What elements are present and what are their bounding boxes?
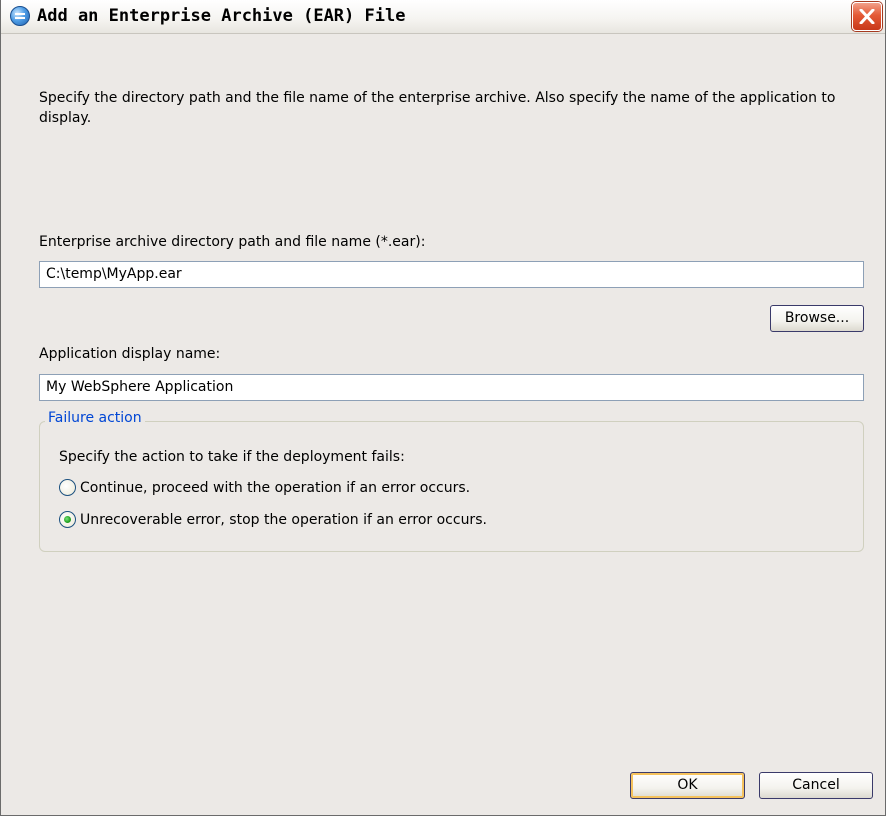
dialog-description: Specify the directory path and the file … bbox=[39, 90, 836, 126]
radio-button-unrecoverable[interactable] bbox=[59, 511, 76, 528]
radio-label-continue: Continue, proceed with the operation if … bbox=[80, 480, 471, 496]
display-name-input[interactable]: My WebSphere Application bbox=[39, 374, 864, 401]
window-title: Add an Enterprise Archive (EAR) File bbox=[37, 6, 406, 26]
dialog-window: Add an Enterprise Archive (EAR) File Spe… bbox=[0, 0, 886, 816]
title-bar[interactable]: Add an Enterprise Archive (EAR) File bbox=[1, 0, 885, 34]
close-button[interactable] bbox=[852, 2, 882, 31]
app-globe-icon bbox=[10, 6, 30, 26]
cancel-button[interactable]: Cancel bbox=[759, 772, 873, 799]
failure-action-prompt: Specify the action to take if the deploy… bbox=[59, 449, 405, 465]
display-name-label: Application display name: bbox=[39, 346, 221, 362]
ok-button[interactable]: OK bbox=[630, 772, 745, 799]
close-icon bbox=[859, 9, 875, 24]
browse-button[interactable]: Browse... bbox=[770, 305, 864, 332]
ear-path-label: Enterprise archive directory path and fi… bbox=[39, 234, 426, 250]
ear-path-input[interactable]: C:\temp\MyApp.ear bbox=[39, 261, 864, 288]
radio-label-unrecoverable: Unrecoverable error, stop the operation … bbox=[80, 512, 487, 528]
failure-action-legend: Failure action bbox=[45, 410, 145, 426]
radio-button-continue[interactable] bbox=[59, 479, 76, 496]
